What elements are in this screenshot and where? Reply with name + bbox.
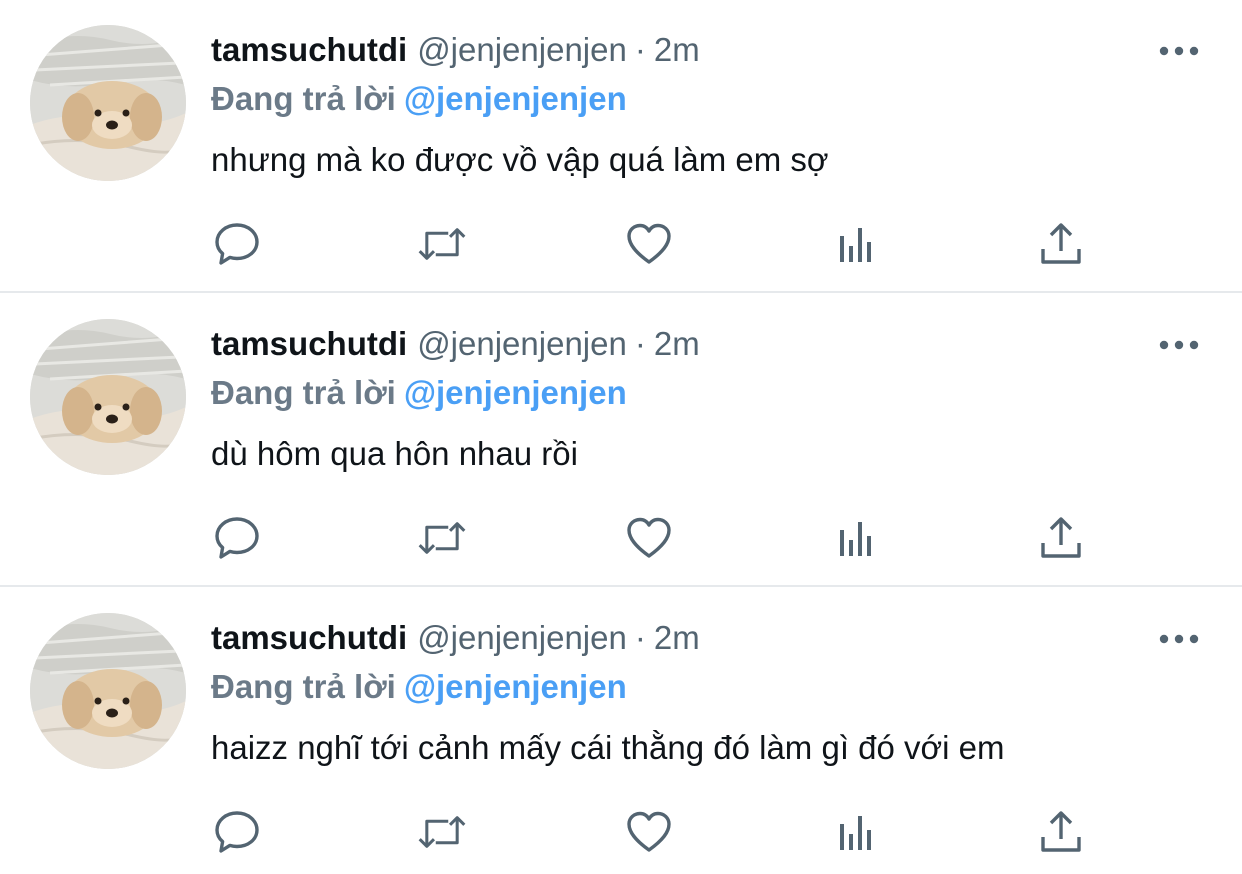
avatar[interactable] [30, 25, 186, 181]
replying-to-label: Đang trả lời [211, 80, 396, 117]
share-button[interactable] [1036, 219, 1086, 269]
retweet-icon [418, 816, 466, 848]
view-stats-button[interactable] [831, 219, 881, 269]
replying-to-label: Đang trả lời [211, 668, 396, 705]
timestamp[interactable]: 2m [654, 325, 700, 362]
user-handle[interactable]: @jenjenjenjen [417, 31, 627, 68]
retweet-button[interactable] [417, 513, 467, 563]
tweet-item[interactable]: tamsuchutdi @jenjenjenjen · 2m Đang trả lời… [0, 0, 1242, 293]
retweet-icon [418, 522, 466, 554]
tweet-divider [0, 291, 1242, 293]
replying-to-line: Đang trả lời @jenjenjenjen [211, 664, 627, 710]
heart-icon [627, 517, 671, 558]
tweet-text: haizz nghĩ tới cảnh mấy cái thằng đó làm… [211, 729, 1005, 766]
heart-icon [627, 223, 671, 264]
tweet-header: tamsuchutdi @jenjenjenjen · 2m [211, 28, 700, 72]
bar-chart-icon [840, 816, 871, 850]
more-options-button[interactable] [1157, 624, 1201, 654]
puppy-avatar-image [30, 25, 186, 181]
reply-button[interactable] [212, 219, 262, 269]
separator-dot: · [634, 619, 646, 656]
timestamp[interactable]: 2m [654, 619, 700, 656]
tweet-header: tamsuchutdi @jenjenjenjen · 2m [211, 616, 700, 660]
view-stats-button[interactable] [831, 807, 881, 857]
timestamp[interactable]: 2m [654, 31, 700, 68]
more-options-button[interactable] [1157, 36, 1201, 66]
heart-icon [627, 811, 671, 852]
avatar[interactable] [30, 613, 186, 769]
bar-chart-icon [840, 522, 871, 556]
user-handle[interactable]: @jenjenjenjen [417, 325, 627, 362]
share-upload-icon [1041, 811, 1081, 852]
three-dots-icon [1159, 340, 1199, 350]
puppy-avatar-image [30, 319, 186, 475]
tweet-header: tamsuchutdi @jenjenjenjen · 2m [211, 322, 700, 366]
more-options-button[interactable] [1157, 330, 1201, 360]
three-dots-icon [1159, 634, 1199, 644]
tweet-text: dù hôm qua hôn nhau rồi [211, 435, 578, 472]
user-handle[interactable]: @jenjenjenjen [417, 619, 627, 656]
like-button[interactable] [624, 807, 674, 857]
tweet-feed: tamsuchutdi @jenjenjenjen · 2m Đang trả lời… [0, 0, 1242, 874]
display-name[interactable]: tamsuchutdi [211, 325, 407, 362]
avatar[interactable] [30, 319, 186, 475]
reply-mention-link[interactable]: @jenjenjenjen [404, 668, 627, 705]
three-dots-icon [1159, 46, 1199, 56]
display-name[interactable]: tamsuchutdi [211, 619, 407, 656]
puppy-avatar-image [30, 613, 186, 769]
like-button[interactable] [624, 513, 674, 563]
like-button[interactable] [624, 219, 674, 269]
display-name[interactable]: tamsuchutdi [211, 31, 407, 68]
retweet-button[interactable] [417, 219, 467, 269]
tweet-text: nhưng mà ko được vồ vập quá làm em sợ [211, 141, 829, 178]
share-upload-icon [1041, 223, 1081, 264]
bar-chart-icon [840, 228, 871, 262]
tweet-divider [0, 585, 1242, 587]
replying-to-line: Đang trả lời @jenjenjenjen [211, 76, 627, 122]
retweet-icon [418, 228, 466, 260]
share-button[interactable] [1036, 807, 1086, 857]
retweet-button[interactable] [417, 807, 467, 857]
speech-bubble-icon [215, 811, 259, 853]
separator-dot: · [634, 325, 646, 362]
share-button[interactable] [1036, 513, 1086, 563]
tweet-item[interactable]: tamsuchutdi @jenjenjenjen · 2m Đang trả lời… [0, 294, 1242, 587]
reply-button[interactable] [212, 513, 262, 563]
reply-button[interactable] [212, 807, 262, 857]
replying-to-label: Đang trả lời [211, 374, 396, 411]
reply-mention-link[interactable]: @jenjenjenjen [404, 80, 627, 117]
view-stats-button[interactable] [831, 513, 881, 563]
speech-bubble-icon [215, 223, 259, 265]
tweet-item[interactable]: tamsuchutdi @jenjenjenjen · 2m Đang trả lời… [0, 588, 1242, 874]
speech-bubble-icon [215, 517, 259, 559]
reply-mention-link[interactable]: @jenjenjenjen [404, 374, 627, 411]
share-upload-icon [1041, 517, 1081, 558]
replying-to-line: Đang trả lời @jenjenjenjen [211, 370, 627, 416]
separator-dot: · [634, 31, 646, 68]
